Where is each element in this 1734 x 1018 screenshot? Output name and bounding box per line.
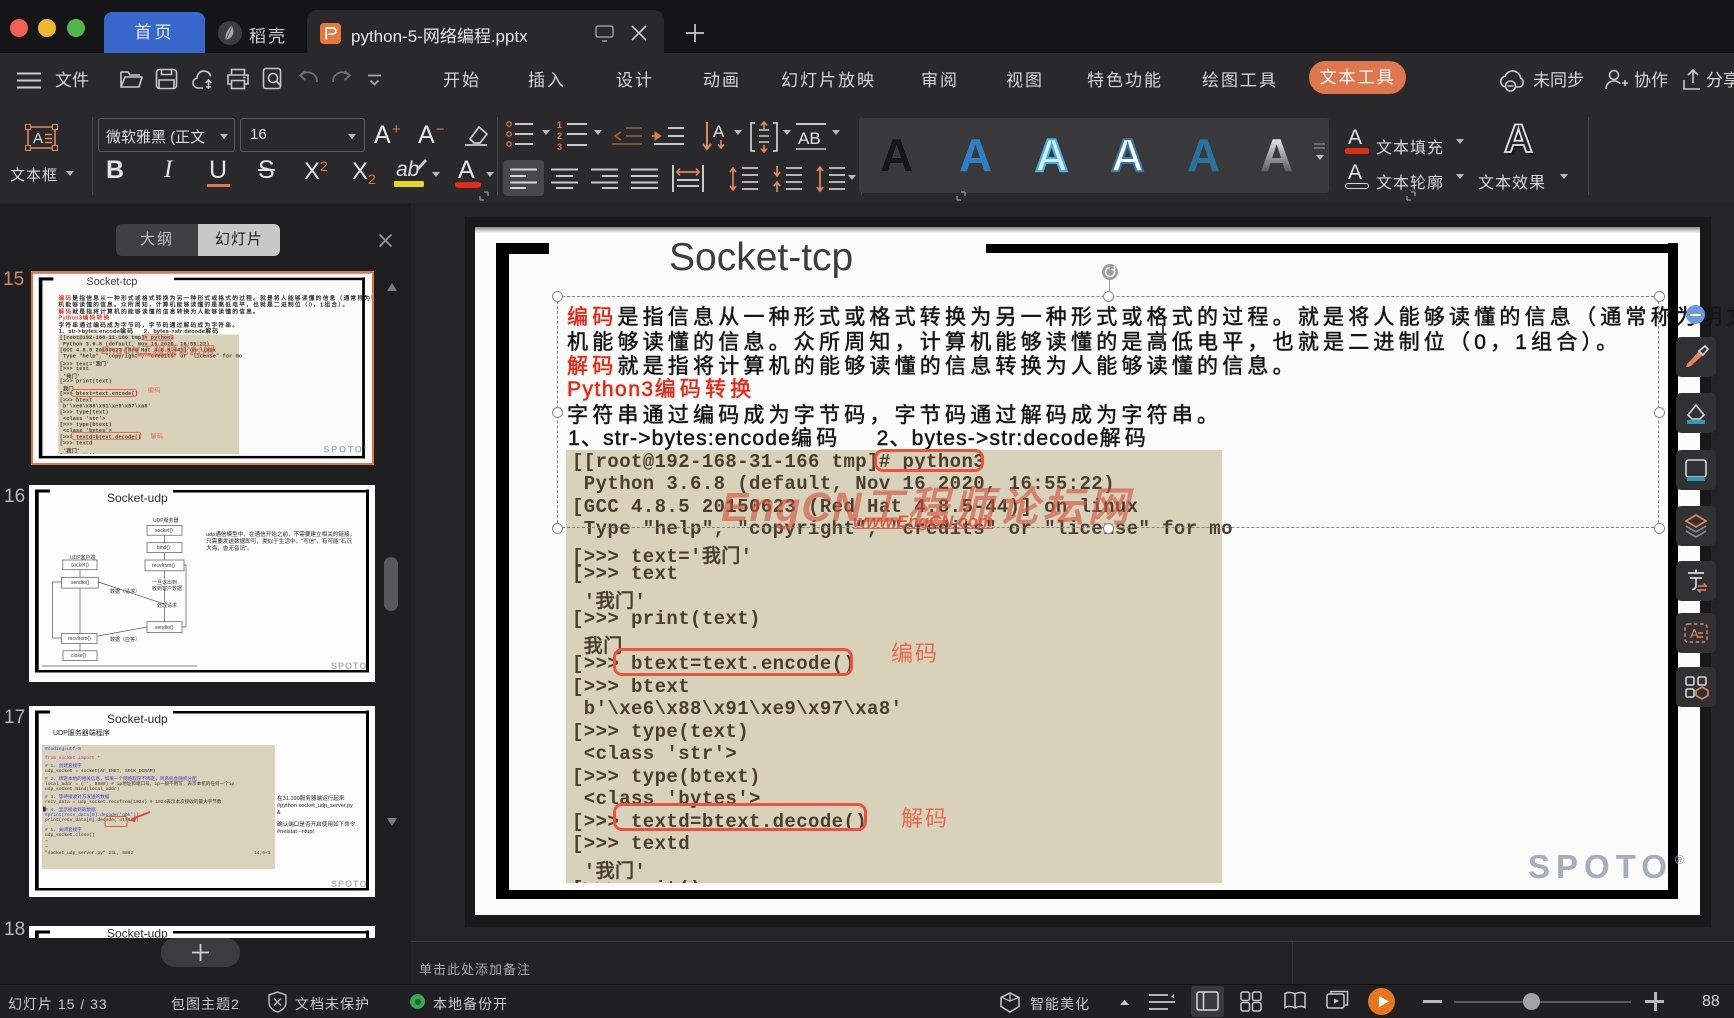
svg-text:#netstat –ntupl: #netstat –ntupl: [277, 829, 314, 835]
svg-text:A: A: [33, 130, 43, 147]
svg-text:#coding=utf-8: #coding=utf-8: [45, 746, 81, 752]
svg-text:UDP服务器端程序: UDP服务器端程序: [53, 728, 110, 737]
svg-text:A: A: [713, 122, 725, 141]
svg-text:1: 1: [557, 120, 562, 130]
svg-text:AB: AB: [798, 129, 821, 148]
svg-text:一旦退出到: 一旦退出到: [152, 579, 177, 586]
svg-text:数据（应答）: 数据（应答）: [110, 636, 140, 643]
svg-text:socket(): socket(): [71, 563, 89, 569]
svg-text:Socket-udp: Socket-udp: [107, 712, 168, 726]
svg-text:print(recv_data[0].decode('utf: print(recv_data[0].decode('utf8')): [45, 817, 139, 823]
svg-text:~: ~: [45, 845, 48, 850]
svg-text:udp_socket = socket(AF_INET, S: udp_socket = socket(AF_INET, SOCK_DGRAM): [45, 768, 155, 774]
svg-text:recv_data = udp_socket.recvfro: recv_data = udp_socket.recvfrom(1024) # …: [45, 798, 222, 805]
svg-text:大海，杳无音讯"。: 大海，杳无音讯"。: [206, 544, 253, 552]
svg-text:~: ~: [45, 839, 48, 844]
svg-text:# 5. 关闭套接字: # 5. 关闭套接字: [45, 826, 82, 833]
svg-text:recvfrom(): recvfrom(): [68, 636, 91, 642]
svg-text:sendto(): sendto(): [71, 580, 90, 586]
svg-text:在31.190服务器端运行起来: 在31.190服务器端运行起来: [277, 794, 345, 802]
svg-text:数据（请求）: 数据（请求）: [110, 588, 140, 595]
svg-text:recvfrom(): recvfrom(): [152, 563, 175, 569]
svg-text:只需要发送数据即可，类似于生活中，"写信"，有可能"石沉: 只需要发送数据即可，类似于生活中，"写信"，有可能"石沉: [206, 537, 352, 545]
svg-text:local_addr = ('', 8888) # ip地: local_addr = ('', 8888) # ip地址和端口号，ip一般不…: [45, 780, 235, 787]
svg-text:UDP服务器: UDP服务器: [153, 517, 179, 524]
svg-text:from socket import *: from socket import *: [45, 755, 100, 761]
svg-text:14,6-1: 14,6-1: [254, 850, 271, 856]
svg-text:SPOTO: SPOTO: [331, 661, 367, 671]
svg-text:bind(): bind(): [157, 545, 170, 551]
svg-text:Socket-udp: Socket-udp: [107, 927, 168, 939]
svg-text:确认端口是否开启使用如下命令: 确认端口是否开启使用如下命令: [277, 820, 356, 828]
svg-text:udp_socket.close(): udp_socket.close(): [45, 832, 95, 838]
svg-text:# 1. 创建套接字: # 1. 创建套接字: [45, 762, 82, 769]
svg-text:收到客户数据: 收到客户数据: [152, 585, 182, 592]
svg-text:socket(): socket(): [155, 528, 173, 534]
svg-text:"socket_udp_server.py" 23L, 58: "socket_udp_server.py" 23L, 5882: [45, 850, 133, 856]
svg-text:close(): close(): [71, 653, 86, 659]
svg-text:A: A: [1690, 626, 1699, 641]
svg-text:# 2. 绑定本地的相关信息，如果一个网络程序不绑定，则系统: # 2. 绑定本地的相关信息，如果一个网络程序不绑定，则系统会随机分配: [45, 775, 197, 782]
svg-text:Socket-udp: Socket-udp: [107, 491, 168, 505]
svg-text:udp通信模型中，在通信开始之前，不需要建立相关的链接，: udp通信模型中，在通信开始之前，不需要建立相关的链接，: [206, 530, 355, 538]
svg-text:2: 2: [557, 131, 562, 141]
svg-text:sendto(): sendto(): [155, 625, 174, 631]
svg-text:处理请求: 处理请求: [157, 602, 177, 609]
svg-text:# 4. 显示接收到的数据: # 4. 显示接收到的数据: [45, 806, 96, 813]
svg-text:3: 3: [557, 142, 562, 152]
svg-text:SPOTO: SPOTO: [331, 879, 367, 889]
svg-text:&: &: [277, 810, 281, 816]
svg-text:#python socket_udp_server.py: #python socket_udp_server.py: [277, 803, 353, 809]
svg-text:UDP客户端: UDP客户端: [70, 554, 96, 561]
svg-text:udp_socket.bind(local_addr): udp_socket.bind(local_addr): [45, 786, 119, 792]
svg-text:# 3. 等待接收对方发送的数据: # 3. 等待接收对方发送的数据: [45, 793, 110, 800]
